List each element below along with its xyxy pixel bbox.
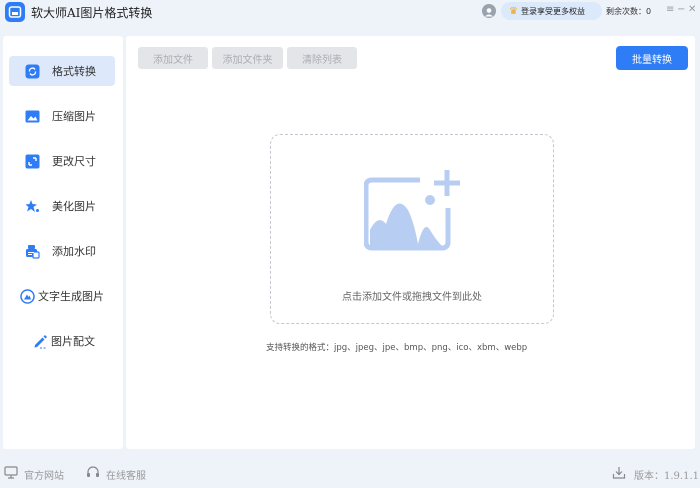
sidebar-item-caption[interactable]: 图片配文 <box>9 326 115 356</box>
sidebar-item-format-convert[interactable]: 格式转换 <box>9 56 115 86</box>
sidebar-item-text-to-image[interactable]: 文字生成图片 <box>9 281 115 311</box>
login-button[interactable]: ♛ 登录享受更多权益 <box>501 2 602 20</box>
version-info[interactable]: 版本：1.9.1.1 <box>612 466 699 482</box>
download-icon <box>612 466 626 482</box>
add-image-icon <box>363 170 462 258</box>
app-logo-icon <box>5 2 25 22</box>
sidebar-item-label: 图片配文 <box>51 335 95 348</box>
clear-list-button[interactable]: 清除列表 <box>287 47 357 69</box>
sidebar-item-label: 格式转换 <box>52 65 96 78</box>
login-label: 登录享受更多权益 <box>520 6 585 16</box>
app-title: 软大师AI图片格式转换 <box>31 6 153 20</box>
sidebar-item-watermark[interactable]: 添加水印 <box>9 236 115 266</box>
watermark-icon <box>25 244 40 259</box>
official-website-label: 官方网站 <box>24 470 64 482</box>
dropzone-hint: 点击添加文件或拖拽文件到此处 <box>342 292 482 303</box>
add-folder-button[interactable]: 添加文件夹 <box>212 47 283 69</box>
title-bar: 软大师AI图片格式转换 ♛ 登录享受更多权益 剩余次数：0 ≡ − ✕ <box>0 0 700 26</box>
menu-icon[interactable]: ≡ <box>666 4 674 15</box>
refresh-icon <box>25 64 40 79</box>
batch-convert-button[interactable]: 批量转换 <box>616 46 688 70</box>
resize-icon <box>25 154 40 169</box>
pen-icon <box>33 334 48 349</box>
minimize-icon[interactable]: − <box>677 4 685 15</box>
sidebar-item-label: 美化图片 <box>52 200 96 213</box>
sidebar-item-label: 压缩图片 <box>52 110 96 123</box>
sparkle-icon <box>25 199 40 214</box>
close-icon[interactable]: ✕ <box>688 4 696 15</box>
remaining-count: 剩余次数：0 <box>606 7 652 16</box>
add-file-button[interactable]: 添加文件 <box>138 47 208 69</box>
sidebar: 格式转换 压缩图片 更改尺寸 美化图片 添加水印 文字生成图片 图片配文 <box>3 36 123 449</box>
version-label: 版本：1.9.1.1 <box>634 470 699 482</box>
online-support-label: 在线客服 <box>106 470 146 482</box>
monitor-icon <box>4 466 18 482</box>
headset-icon <box>86 466 100 482</box>
user-avatar-icon[interactable] <box>482 4 496 18</box>
file-dropzone[interactable]: 点击添加文件或拖拽文件到此处 <box>270 134 554 324</box>
online-support-link[interactable]: 在线客服 <box>86 466 146 482</box>
sidebar-item-compress[interactable]: 压缩图片 <box>9 101 115 131</box>
main-panel: 添加文件 添加文件夹 清除列表 批量转换 点击添加文件或拖拽文件到此处 支持转换… <box>126 36 695 449</box>
sidebar-item-label: 文字生成图片 <box>38 290 104 303</box>
sidebar-item-beautify[interactable]: 美化图片 <box>9 191 115 221</box>
image-icon <box>25 109 40 124</box>
text-image-icon <box>20 288 35 304</box>
sidebar-item-label: 更改尺寸 <box>52 155 96 168</box>
sidebar-item-resize[interactable]: 更改尺寸 <box>9 146 115 176</box>
sidebar-item-label: 添加水印 <box>52 245 96 258</box>
supported-formats: 支持转换的格式：jpg、jpeg、jpe、bmp、png、ico、xbm、web… <box>266 343 528 353</box>
official-website-link[interactable]: 官方网站 <box>4 466 64 482</box>
crown-icon: ♛ <box>509 5 518 17</box>
